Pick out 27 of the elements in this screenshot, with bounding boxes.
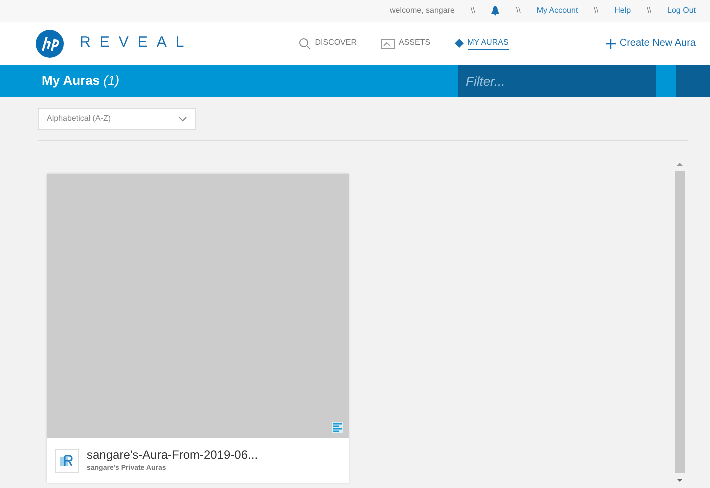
caret-icon bbox=[179, 116, 187, 122]
plus-icon bbox=[606, 38, 616, 48]
scrollbar[interactable] bbox=[674, 161, 686, 485]
welcome-text: welcome, sangare bbox=[390, 5, 455, 17]
image-icon bbox=[381, 38, 395, 48]
list-icon[interactable] bbox=[332, 422, 343, 433]
nav-tab[interactable]: ASSETS bbox=[399, 37, 431, 50]
logo-text: REVEAL bbox=[80, 33, 194, 54]
search-icon bbox=[299, 38, 312, 50]
nav-tab[interactable]: MY AURAS bbox=[468, 37, 509, 50]
filter-field[interactable]: Filter... bbox=[458, 65, 656, 97]
diamond-icon bbox=[454, 39, 464, 48]
aura-logo-icon bbox=[55, 448, 79, 472]
nav-tab[interactable]: DISCOVER bbox=[315, 37, 357, 50]
top-link[interactable]: Help bbox=[614, 5, 632, 17]
top-link[interactable]: My Account bbox=[536, 5, 578, 17]
create-new-aura-button[interactable]: Create New Aura bbox=[606, 36, 696, 51]
separator-text: \\ bbox=[594, 5, 599, 17]
aura-title: sangare's-Aura-From-2019-06... bbox=[87, 447, 258, 464]
page-title: My Auras (1) bbox=[41, 72, 120, 90]
hp-logo-icon[interactable] bbox=[36, 30, 64, 58]
bell-icon[interactable] bbox=[491, 6, 500, 16]
top-link[interactable]: Log Out bbox=[668, 5, 696, 17]
separator-text: \\ bbox=[470, 5, 476, 17]
sort-dropdown[interactable]: Alphabetical (A-Z) bbox=[38, 108, 196, 130]
separator-text: \\ bbox=[647, 5, 652, 17]
separator-text: \\ bbox=[516, 5, 521, 17]
